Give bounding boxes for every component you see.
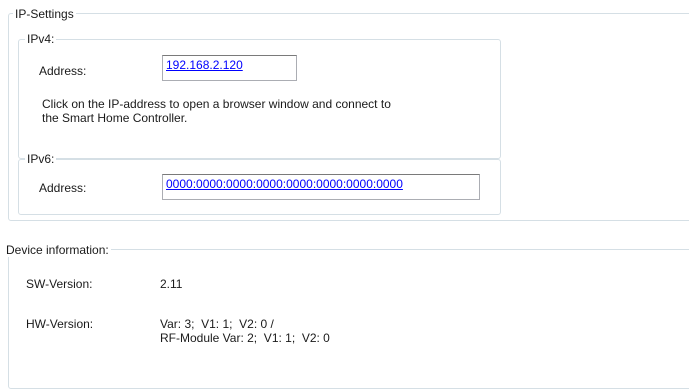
ipv4-hint-line2: the Smart Home Controller. (42, 111, 188, 125)
ipv6-address-field[interactable]: 0000:0000:0000:0000:0000:0000:0000:0000 (162, 174, 480, 200)
ip-settings-group: IP-Settings IPv4: Address: 192.168.2.120… (8, 7, 689, 221)
ipv4-group: IPv4: Address: 192.168.2.120 Click on th… (18, 32, 501, 159)
ipv4-address-label: Address: (39, 64, 87, 78)
ipv6-group: IPv6: Address: 0000:0000:0000:0000:0000:… (18, 152, 501, 215)
ipv4-title: IPv4: (25, 32, 57, 46)
ipv6-address-link[interactable]: 0000:0000:0000:0000:0000:0000:0000:0000 (166, 177, 403, 191)
ipv6-title: IPv6: (25, 152, 57, 166)
ipv4-address-link[interactable]: 192.168.2.120 (166, 58, 243, 72)
device-info-title: Device information: (6, 243, 111, 257)
hw-version-label: HW-Version: (26, 317, 94, 331)
sw-version-value: 2.11 (160, 277, 183, 291)
ip-settings-title: IP-Settings (13, 7, 76, 21)
hw-version-line1: Var: 3; V1: 1; V2: 0 / (160, 317, 274, 331)
device-info-group: Device information: SW-Version: 2.11 HW-… (6, 243, 689, 389)
ipv4-address-field[interactable]: 192.168.2.120 (162, 55, 297, 81)
sw-version-label: SW-Version: (26, 277, 93, 291)
ipv6-address-label: Address: (39, 181, 87, 195)
ipv4-hint-line1: Click on the IP-address to open a browse… (42, 97, 391, 111)
hw-version-line2: RF-Module Var: 2; V1: 1; V2: 0 (160, 331, 330, 345)
